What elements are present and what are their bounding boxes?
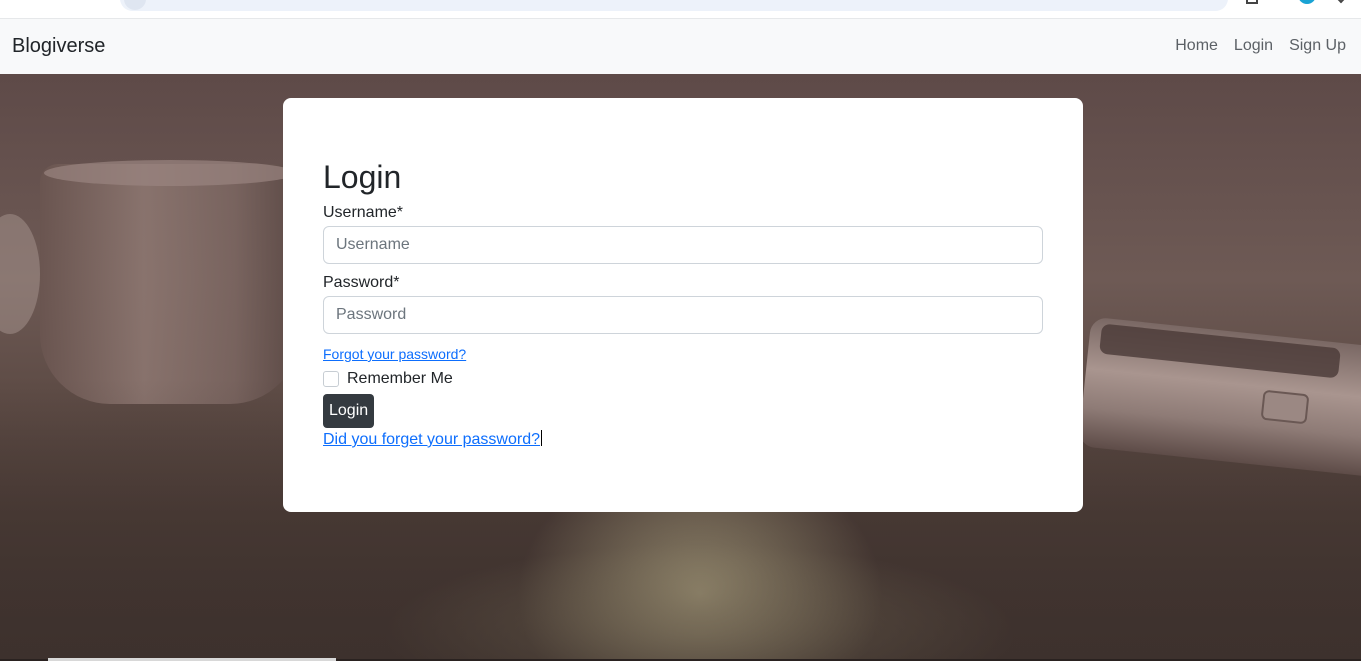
login-button[interactable]: Login [323, 394, 375, 428]
profile-icon[interactable] [1298, 0, 1316, 4]
nav-home-link[interactable]: Home [1175, 37, 1218, 55]
coffee-cup-image [40, 164, 300, 404]
text-cursor [541, 430, 542, 446]
login-form: Login Username* Password* Forgot your pa… [323, 158, 1043, 450]
forgot-password-question-text: Did you forget your password? [323, 431, 540, 448]
menu-chevron-icon[interactable] [1336, 0, 1346, 4]
download-icon[interactable] [1246, 0, 1258, 4]
password-label: Password* [323, 274, 400, 291]
forgot-password-link[interactable]: Forgot your password? [323, 346, 466, 362]
username-label: Username* [323, 204, 404, 221]
nav-signup-link[interactable]: Sign Up [1289, 37, 1346, 55]
remember-me-checkbox[interactable] [323, 371, 339, 387]
forgot-password-question-link[interactable]: Did you forget your password? [323, 430, 1043, 450]
nav-links: Home Login Sign Up [1175, 37, 1346, 55]
navbar: Blogiverse Home Login Sign Up [0, 18, 1361, 74]
nav-login-link[interactable]: Login [1234, 37, 1273, 55]
username-input[interactable] [323, 226, 1043, 264]
brand-link[interactable]: Blogiverse [12, 35, 105, 58]
password-input[interactable] [323, 296, 1043, 334]
browser-chrome-strip [0, 0, 1361, 18]
remember-me-row: Remember Me [323, 370, 1043, 388]
login-card: Login Username* Password* Forgot your pa… [283, 98, 1083, 512]
address-bar[interactable] [120, 0, 1228, 11]
coffee-cup-rim [44, 160, 296, 186]
phone-button [1260, 389, 1310, 425]
login-title: Login [323, 159, 402, 195]
background-blur [0, 214, 40, 334]
remember-me-label[interactable]: Remember Me [347, 370, 453, 388]
